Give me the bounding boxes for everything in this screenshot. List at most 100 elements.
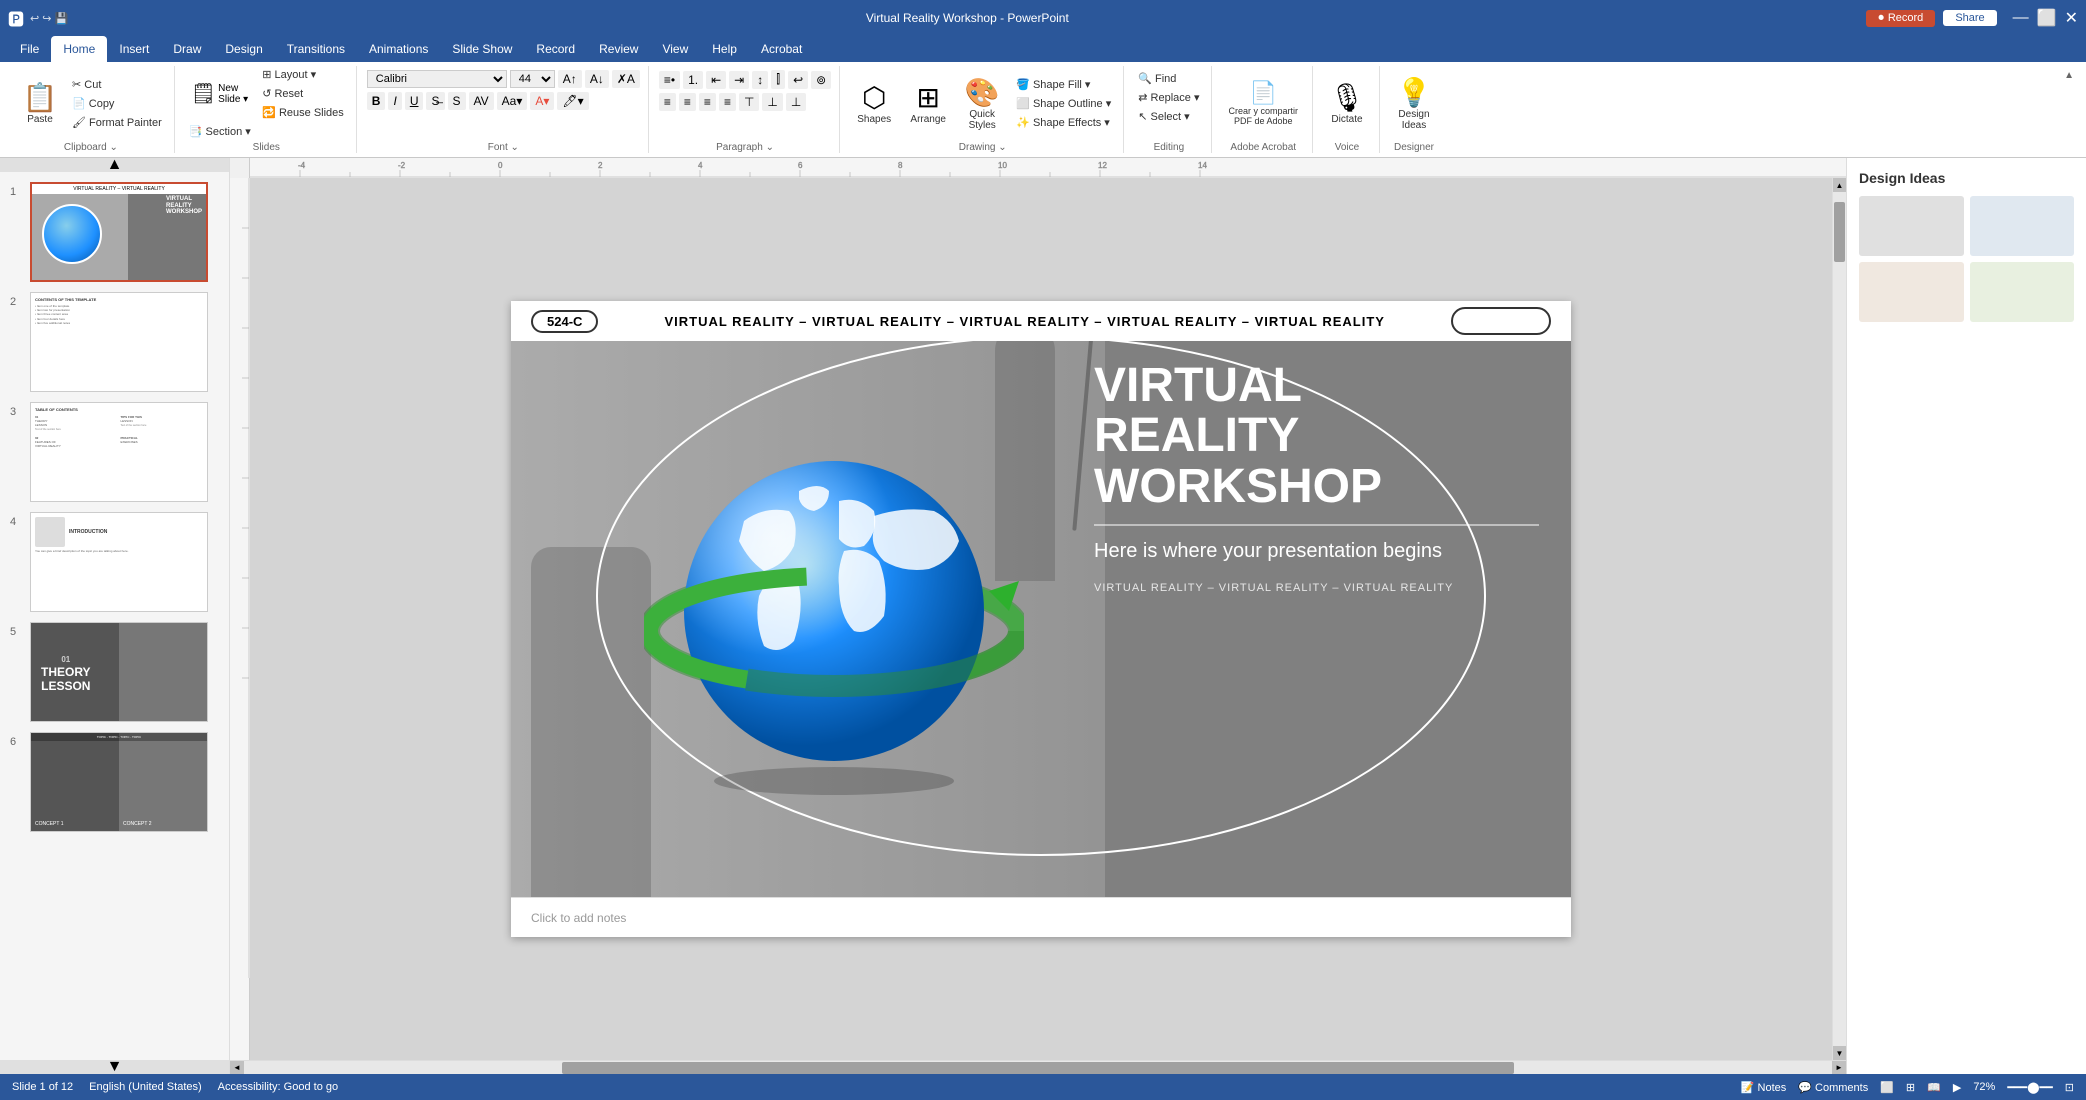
tab-record[interactable]: Record: [524, 36, 587, 62]
italic-button[interactable]: I: [388, 92, 401, 110]
slide-panel-scroll-up[interactable]: ▲: [0, 158, 229, 172]
shadow-button[interactable]: S: [448, 92, 466, 110]
font-size-select[interactable]: 44: [510, 70, 555, 88]
select-button[interactable]: ↖ Select ▾: [1134, 108, 1193, 125]
tab-view[interactable]: View: [650, 36, 700, 62]
quick-access[interactable]: ↩ ↪ 💾: [30, 12, 68, 25]
bold-button[interactable]: B: [367, 92, 386, 110]
design-idea-3[interactable]: [1859, 262, 1964, 322]
tab-help[interactable]: Help: [700, 36, 749, 62]
shape-fill-button[interactable]: 🪣 Shape Fill ▾: [1012, 76, 1115, 93]
layout-button[interactable]: ⊞ Layout ▾: [258, 66, 348, 83]
shape-outline-button[interactable]: ⬜ Shape Outline ▾: [1012, 95, 1115, 112]
tab-file[interactable]: File: [8, 36, 51, 62]
minimize-button[interactable]: —: [2013, 9, 2029, 27]
font-case-button[interactable]: Aa▾: [497, 92, 528, 110]
tab-review[interactable]: Review: [587, 36, 650, 62]
shape-effects-button[interactable]: ✨ Shape Effects ▾: [1012, 114, 1115, 131]
align-left-button[interactable]: ≡: [659, 93, 676, 111]
tab-slideshow[interactable]: Slide Show: [440, 36, 524, 62]
close-button[interactable]: ✕: [2065, 8, 2078, 28]
slide-thumbnail-3[interactable]: TABLE OF CONTENTS 01THEORYLESSONText of …: [30, 402, 208, 502]
new-slide-button[interactable]: 🗒 New Slide ▾: [185, 77, 254, 110]
numbering-button[interactable]: 1.: [683, 71, 703, 89]
record-button[interactable]: ⏺ Record: [1866, 10, 1935, 27]
clear-format-button[interactable]: ✗A: [612, 70, 640, 88]
font-family-select[interactable]: Calibri: [367, 70, 507, 88]
slide-thumb-6[interactable]: 6 CONCEPT 1 CONCEPT 2 TOPIC - TOPIC - TO…: [8, 730, 221, 834]
columns-button[interactable]: ⫿: [771, 70, 785, 89]
highlight-button[interactable]: 🖊▾: [557, 92, 588, 110]
underline-button[interactable]: U: [405, 92, 424, 110]
tab-draw[interactable]: Draw: [161, 36, 213, 62]
reset-button[interactable]: ↺ Reset: [258, 85, 348, 102]
paste-button[interactable]: 📋 Paste: [16, 77, 64, 129]
view-present-btn[interactable]: ▶: [1953, 1081, 1961, 1094]
design-idea-1[interactable]: [1859, 196, 1964, 256]
scroll-left-btn[interactable]: ◄: [230, 1061, 244, 1075]
fit-window-btn[interactable]: ⊡: [2065, 1081, 2074, 1094]
tab-home[interactable]: Home: [51, 36, 107, 62]
increase-indent-button[interactable]: ⇥: [729, 71, 749, 89]
char-spacing-button[interactable]: AV: [469, 92, 494, 110]
quick-styles-button[interactable]: 🎨 QuickStyles: [958, 72, 1006, 135]
reuse-slides-button[interactable]: 🔁 Reuse Slides: [258, 104, 348, 121]
scroll-thumb-h[interactable]: [562, 1062, 1515, 1074]
slide-editor[interactable]: 524-C VIRTUAL REALITY – VIRTUAL REALITY …: [250, 178, 1832, 1060]
slide-thumb-2[interactable]: 2 CONTENTS OF THIS TEMPLATE • Item one o…: [8, 290, 221, 394]
view-reading-btn[interactable]: 📖: [1927, 1081, 1941, 1094]
slide-main[interactable]: 524-C VIRTUAL REALITY – VIRTUAL REALITY …: [511, 301, 1571, 897]
zoom-slider[interactable]: ━━━⬤━━: [2007, 1081, 2052, 1094]
notes-btn[interactable]: 📝 Notes: [1741, 1081, 1787, 1094]
scroll-up-btn[interactable]: ▲: [1833, 178, 1847, 192]
slide-thumb-5[interactable]: 5 01THEORYLESSON You can add a slidehere…: [8, 620, 221, 724]
vertical-scrollbar[interactable]: ▲ ▼: [1832, 178, 1846, 1060]
tab-acrobat[interactable]: Acrobat: [749, 36, 814, 62]
slide-thumbnail-2[interactable]: CONTENTS OF THIS TEMPLATE • Item one of …: [30, 292, 208, 392]
increase-font-button[interactable]: A↑: [558, 70, 582, 88]
scroll-right-btn[interactable]: ►: [1832, 1061, 1846, 1075]
view-normal-btn[interactable]: ⬜: [1880, 1081, 1894, 1094]
design-idea-2[interactable]: [1970, 196, 2075, 256]
tab-animations[interactable]: Animations: [357, 36, 440, 62]
slide-panel-scroll-down[interactable]: ▼: [0, 1060, 229, 1074]
scroll-track-v[interactable]: [1833, 192, 1846, 1046]
cut-button[interactable]: ✂ Cut: [68, 76, 166, 93]
bullets-button[interactable]: ≡•: [659, 71, 680, 89]
slide-thumbnail-6[interactable]: CONCEPT 1 CONCEPT 2 TOPIC - TOPIC - TOPI…: [30, 732, 208, 832]
scroll-thumb-v[interactable]: [1834, 202, 1845, 262]
section-button[interactable]: 📑 Section ▾: [185, 123, 255, 140]
collapse-ribbon-button[interactable]: ▲: [2060, 66, 2078, 153]
smart-art-button[interactable]: ⊚: [811, 71, 831, 89]
share-button[interactable]: Share: [1943, 10, 1996, 26]
design-ideas-button[interactable]: 💡 DesignIdeas: [1390, 72, 1438, 135]
slide-thumb-1[interactable]: 1 VIRTUAL REALITY – VIRTUAL REALITY VIRT…: [8, 180, 221, 284]
find-button[interactable]: 🔍 Find: [1134, 70, 1180, 87]
line-spacing-button[interactable]: ↕: [752, 71, 768, 89]
slide-thumb-4[interactable]: 4 INTRODUCTION You can give a brief desc…: [8, 510, 221, 614]
comments-btn[interactable]: 💬 Comments: [1798, 1081, 1868, 1094]
horizontal-scrollbar[interactable]: ◄ ►: [230, 1060, 1846, 1074]
create-pdf-button[interactable]: 📄 Crear y compartirPDF de Adobe: [1222, 76, 1304, 130]
text-direction-button[interactable]: ↩: [788, 71, 808, 89]
decrease-font-button[interactable]: A↓: [585, 70, 609, 88]
font-color-button[interactable]: A▾: [530, 92, 554, 110]
replace-button[interactable]: ⇄ Replace ▾: [1134, 89, 1203, 106]
tab-design[interactable]: Design: [213, 36, 274, 62]
align-top-button[interactable]: ⊤: [739, 93, 759, 111]
align-center-button[interactable]: ≡: [679, 93, 696, 111]
slide-thumbnail-5[interactable]: 01THEORYLESSON You can add a slidehere i…: [30, 622, 208, 722]
slide-thumbnail-4[interactable]: INTRODUCTION You can give a brief descri…: [30, 512, 208, 612]
view-slidesorter-btn[interactable]: ⊞: [1906, 1081, 1915, 1094]
slide-thumbnail-1[interactable]: VIRTUAL REALITY – VIRTUAL REALITY VIRTUA…: [30, 182, 208, 282]
justify-button[interactable]: ≡: [719, 93, 736, 111]
align-bottom-button[interactable]: ⊥: [786, 93, 806, 111]
tab-transitions[interactable]: Transitions: [275, 36, 357, 62]
notes-area[interactable]: Click to add notes: [511, 897, 1571, 937]
format-painter-button[interactable]: 🖌 Format Painter: [68, 114, 166, 131]
arrange-button[interactable]: ⊞ Arrange: [904, 77, 952, 129]
decrease-indent-button[interactable]: ⇤: [706, 71, 726, 89]
copy-button[interactable]: 📄 Copy: [68, 95, 166, 112]
strikethrough-button[interactable]: S̶: [426, 92, 444, 110]
dictate-button[interactable]: 🎙 Dictate: [1323, 77, 1371, 129]
